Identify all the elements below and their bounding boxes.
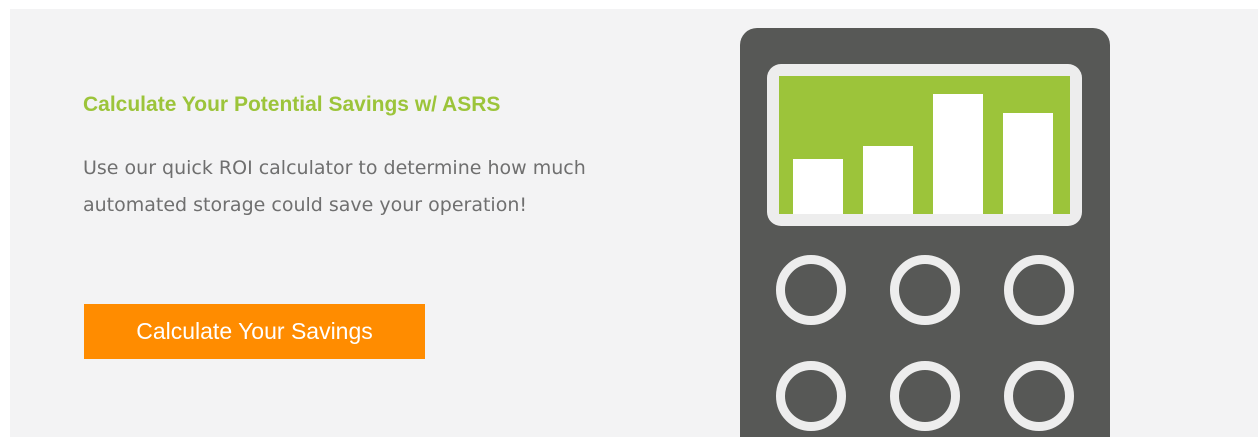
calculator-key [890,255,960,325]
calculator-key [776,361,846,431]
calculate-savings-button[interactable]: Calculate Your Savings [84,304,425,359]
promo-headline: Calculate Your Potential Savings w/ ASRS [83,93,501,116]
chart-bar [793,159,843,214]
chart-bar [933,94,983,214]
calculator-key [1004,255,1074,325]
calculator-key [1004,361,1074,431]
calculator-key [776,255,846,325]
chart-bar [1003,113,1053,214]
calculator-key [890,361,960,431]
promo-description: Use our quick ROI calculator to determin… [83,157,586,216]
bar-chart-icon [779,76,1070,214]
chart-bar [863,146,913,214]
